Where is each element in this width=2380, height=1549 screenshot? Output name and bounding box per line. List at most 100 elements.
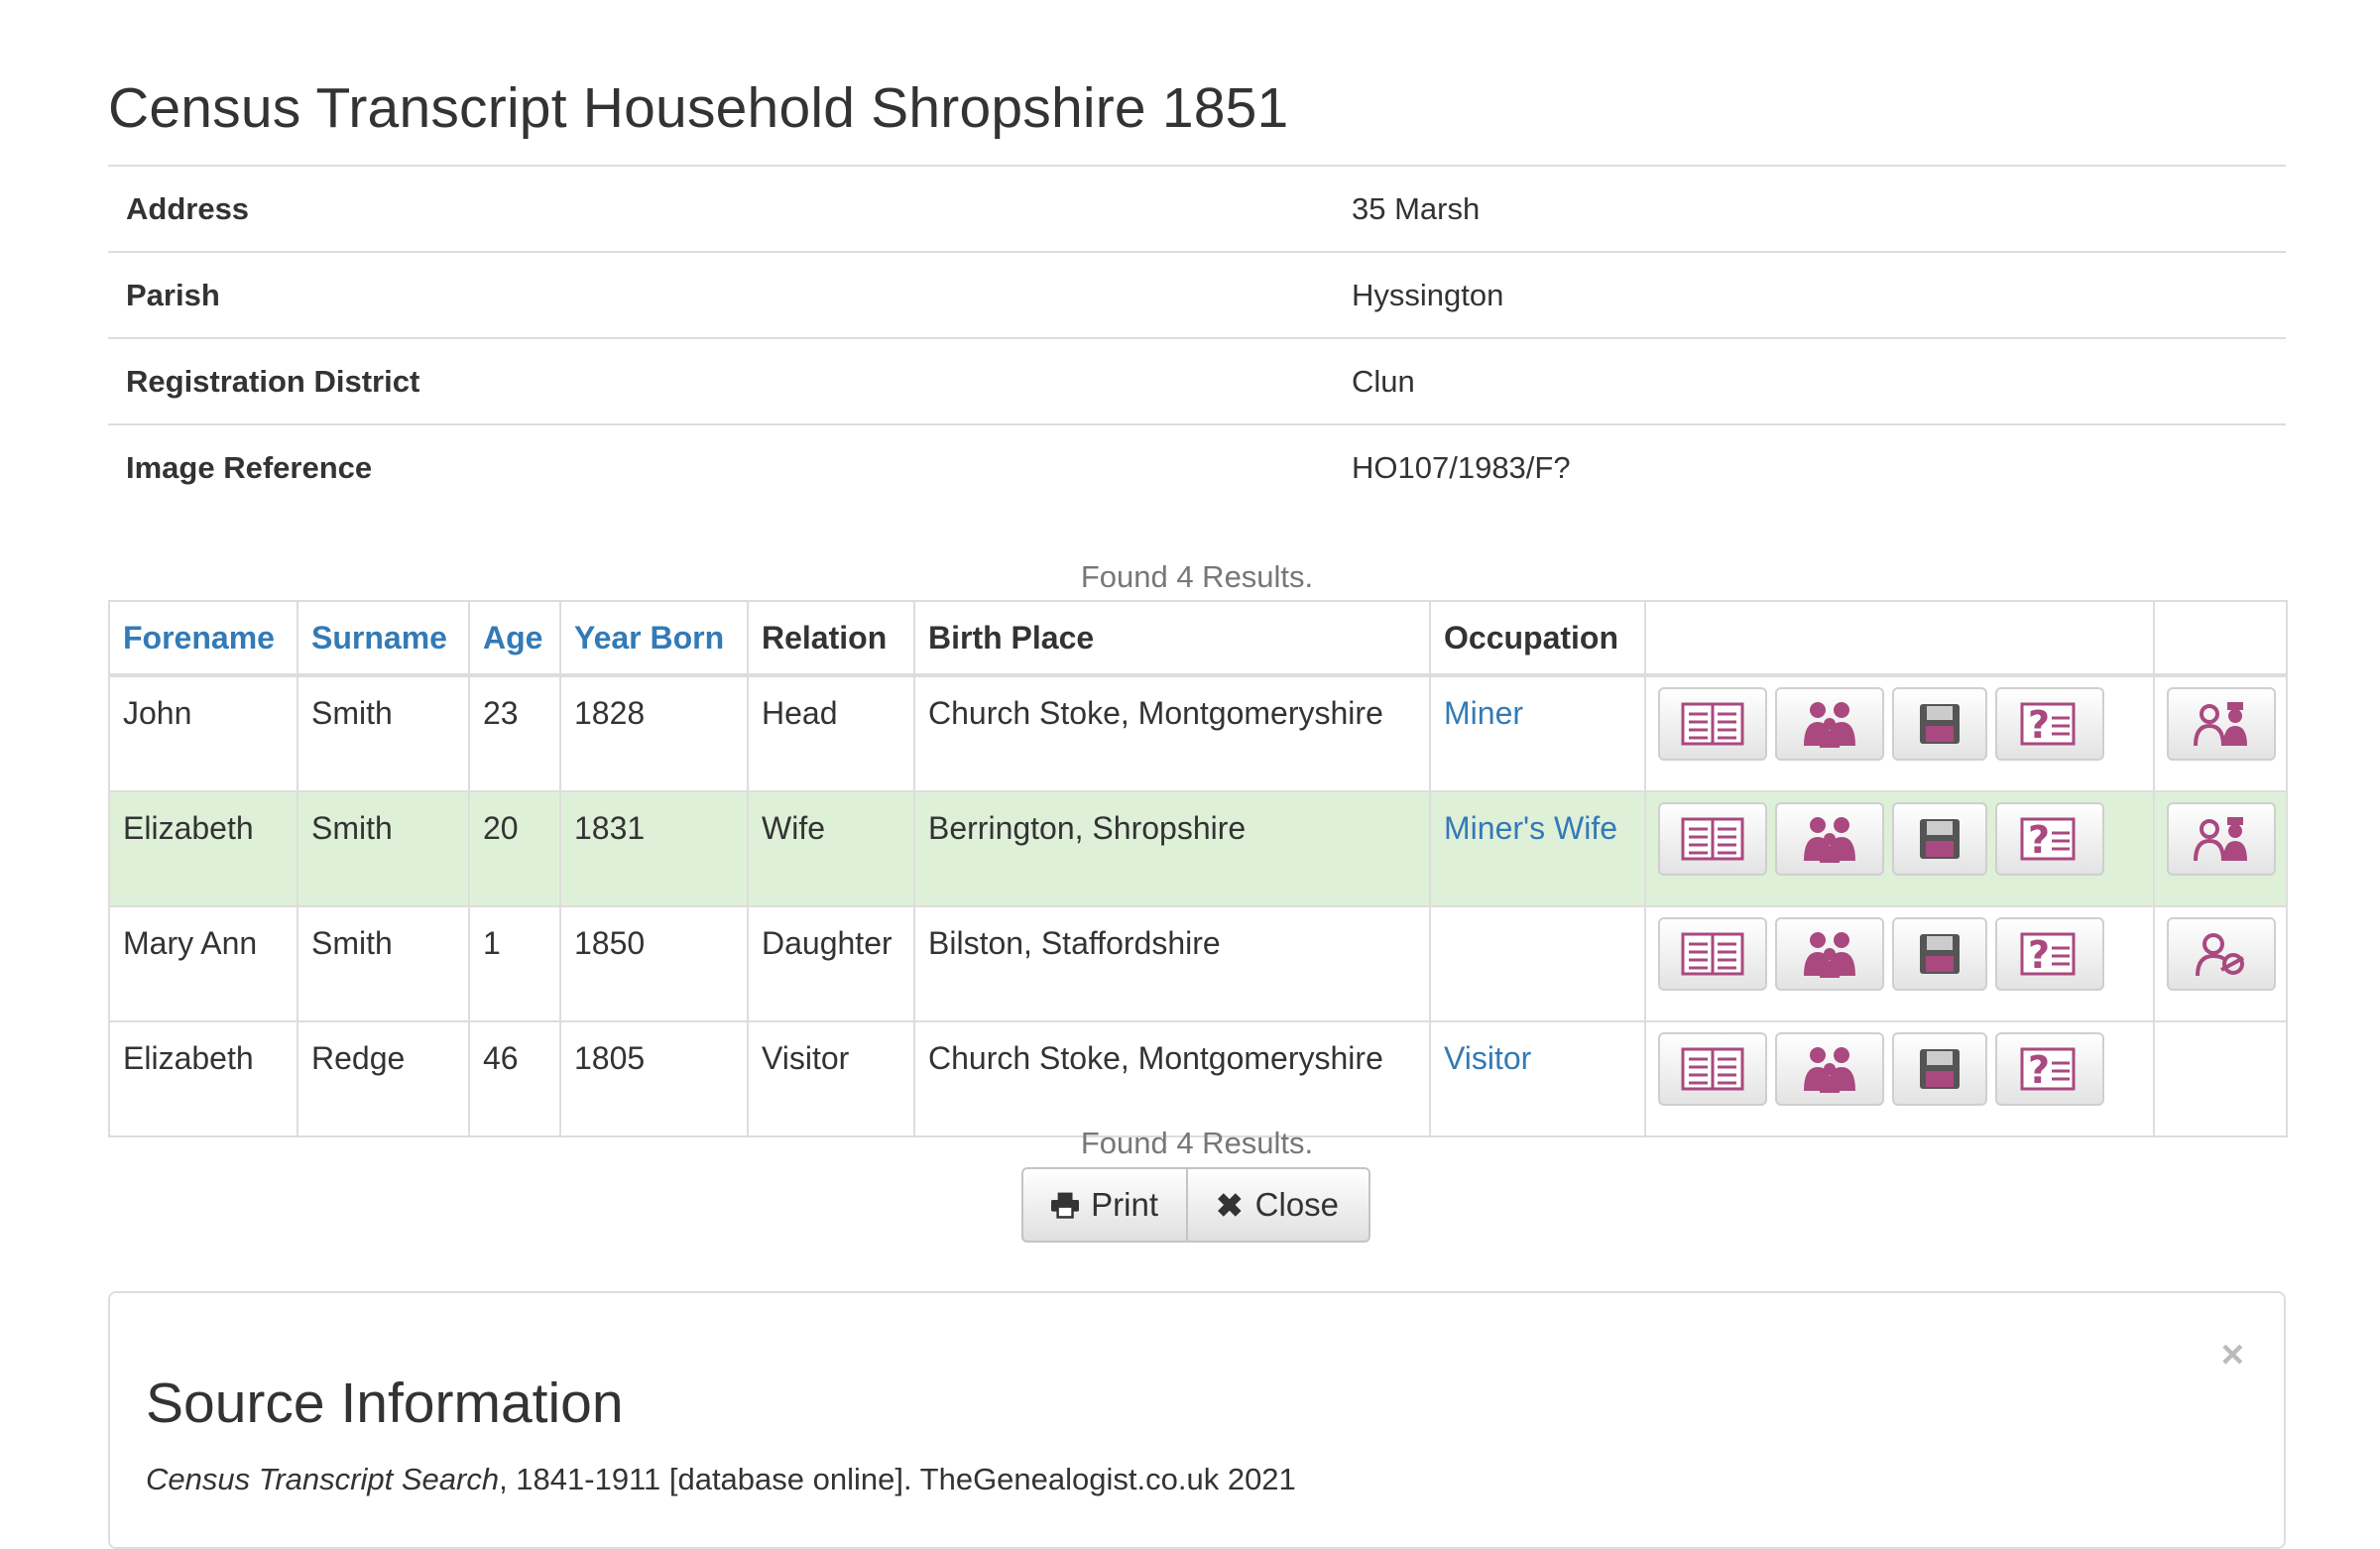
household-icon: [1804, 702, 1855, 748]
transcript-icon: [1681, 932, 1744, 976]
column-header-surname[interactable]: Surname: [297, 600, 470, 677]
cell-year-born: 1850: [559, 905, 749, 1022]
transcript-button[interactable]: [1658, 1032, 1767, 1106]
source-citation: Census Transcript Search, 1841-1911 [dat…: [146, 1462, 1296, 1497]
svg-text:?: ?: [2028, 703, 2050, 747]
table-row: Mary Ann Smith 1 1850 Daughter Bilston, Staff…: [108, 905, 2288, 1022]
row-actions: ?: [1644, 1020, 2155, 1137]
info-label: Address: [108, 165, 1334, 252]
close-button-label: Close: [1254, 1186, 1340, 1223]
cell-surname: Redge: [297, 1020, 470, 1137]
save-button[interactable]: [1892, 687, 1987, 761]
page-title: Census Transcript Household Shropshire 1…: [108, 76, 1289, 140]
save-icon: [1920, 704, 1960, 744]
transcript-button[interactable]: [1658, 687, 1767, 761]
child-link-button[interactable]: [2167, 917, 2276, 991]
transcript-button[interactable]: [1658, 802, 1767, 876]
cell-forename: Elizabeth: [108, 790, 298, 907]
transcript-icon: [1681, 702, 1744, 746]
household-button[interactable]: [1775, 687, 1884, 761]
cell-year-born: 1831: [559, 790, 749, 907]
cell-year-born: 1805: [559, 1020, 749, 1137]
row-link-cell: [2153, 790, 2288, 907]
info-row-address: Address 35 Marsh: [108, 165, 2286, 252]
results-table: Forename Surname Age Year Born Relation …: [108, 600, 2288, 1137]
cell-occupation[interactable]: Visitor: [1429, 1020, 1646, 1137]
cell-relation: Daughter: [747, 905, 915, 1022]
info-label: Registration District: [108, 337, 1334, 424]
svg-text:?: ?: [2028, 818, 2050, 862]
query-button[interactable]: ?: [1995, 1032, 2104, 1106]
query-button[interactable]: ?: [1995, 802, 2104, 876]
close-icon: ✖: [1216, 1186, 1244, 1224]
info-value: Clun: [1334, 337, 2286, 424]
results-header-row: Forename Surname Age Year Born Relation …: [108, 600, 2288, 677]
svg-text:?: ?: [2028, 933, 2050, 977]
svg-text:?: ?: [2028, 1048, 2050, 1092]
table-row: Elizabeth Smith 20 1831 Wife Berrington, Shro…: [108, 790, 2288, 907]
info-label: Parish: [108, 251, 1334, 338]
couple-button[interactable]: [2167, 802, 2276, 876]
printer-icon: [1051, 1192, 1080, 1219]
row-link-cell: [2153, 905, 2288, 1022]
panel-dismiss-icon[interactable]: ×: [2221, 1333, 2244, 1377]
transcript-icon: [1681, 1047, 1744, 1091]
cell-age: 46: [468, 1020, 561, 1137]
save-button[interactable]: [1892, 1032, 1987, 1106]
column-header-year-born[interactable]: Year Born: [559, 600, 749, 677]
cell-birth-place: Berrington, Shropshire: [913, 790, 1431, 907]
query-icon: ?: [2020, 702, 2076, 747]
cell-forename: Mary Ann: [108, 905, 298, 1022]
column-header-forename[interactable]: Forename: [108, 600, 298, 677]
household-button[interactable]: [1775, 802, 1884, 876]
save-button[interactable]: [1892, 802, 1987, 876]
row-link-cell: [2153, 1020, 2288, 1137]
source-information-panel: × Source Information Census Transcript S…: [108, 1291, 2286, 1549]
transcript-button[interactable]: [1658, 917, 1767, 991]
save-icon: [1920, 819, 1960, 859]
info-row-image-reference: Image Reference HO107/1983/F?: [108, 423, 2286, 510]
info-row-parish: Parish Hyssington: [108, 251, 2286, 338]
column-header-actions: [1644, 600, 2155, 677]
table-row: John Smith 23 1828 Head Church Stoke, Montgom…: [108, 674, 2288, 792]
cell-surname: Smith: [297, 790, 470, 907]
household-icon: [1804, 932, 1855, 978]
save-icon: [1920, 1049, 1960, 1089]
query-button[interactable]: ?: [1995, 687, 2104, 761]
info-value: Hyssington: [1334, 251, 2286, 338]
save-button[interactable]: [1892, 917, 1987, 991]
row-link-cell: [2153, 674, 2288, 792]
query-icon: ?: [2020, 932, 2076, 977]
source-citation-title: Census Transcript Search: [146, 1462, 500, 1496]
row-actions: ?: [1644, 790, 2155, 907]
info-value: 35 Marsh: [1334, 165, 2286, 252]
row-actions: ?: [1644, 905, 2155, 1022]
query-icon: ?: [2020, 1047, 2076, 1092]
info-row-district: Registration District Clun: [108, 337, 2286, 424]
query-button[interactable]: ?: [1995, 917, 2104, 991]
cell-age: 23: [468, 674, 561, 792]
cell-surname: Smith: [297, 674, 470, 792]
cell-occupation[interactable]: Miner: [1429, 674, 1646, 792]
couple-icon: [2194, 702, 2247, 747]
cell-forename: John: [108, 674, 298, 792]
household-button[interactable]: [1775, 1032, 1884, 1106]
couple-button[interactable]: [2167, 687, 2276, 761]
cell-age: 1: [468, 905, 561, 1022]
child-link-icon: [2196, 933, 2244, 977]
source-citation-rest: , 1841-1911 [database online]. TheGeneal…: [499, 1462, 1296, 1496]
cell-birth-place: Church Stoke, Montgomeryshire: [913, 1020, 1431, 1137]
household-icon: [1804, 1047, 1855, 1093]
household-button[interactable]: [1775, 917, 1884, 991]
cell-relation: Head: [747, 674, 915, 792]
row-actions: ?: [1644, 674, 2155, 792]
results-body: John Smith 23 1828 Head Church Stoke, Montgom…: [108, 674, 2288, 1137]
column-header-age[interactable]: Age: [468, 600, 561, 677]
column-header-birth-place: Birth Place: [913, 600, 1431, 677]
close-button[interactable]: ✖ Close: [1188, 1167, 1370, 1243]
column-header-links: [2153, 600, 2288, 677]
cell-birth-place: Church Stoke, Montgomeryshire: [913, 674, 1431, 792]
cell-occupation[interactable]: Miner's Wife: [1429, 790, 1646, 907]
cell-year-born: 1828: [559, 674, 749, 792]
print-button[interactable]: Print: [1021, 1167, 1188, 1243]
